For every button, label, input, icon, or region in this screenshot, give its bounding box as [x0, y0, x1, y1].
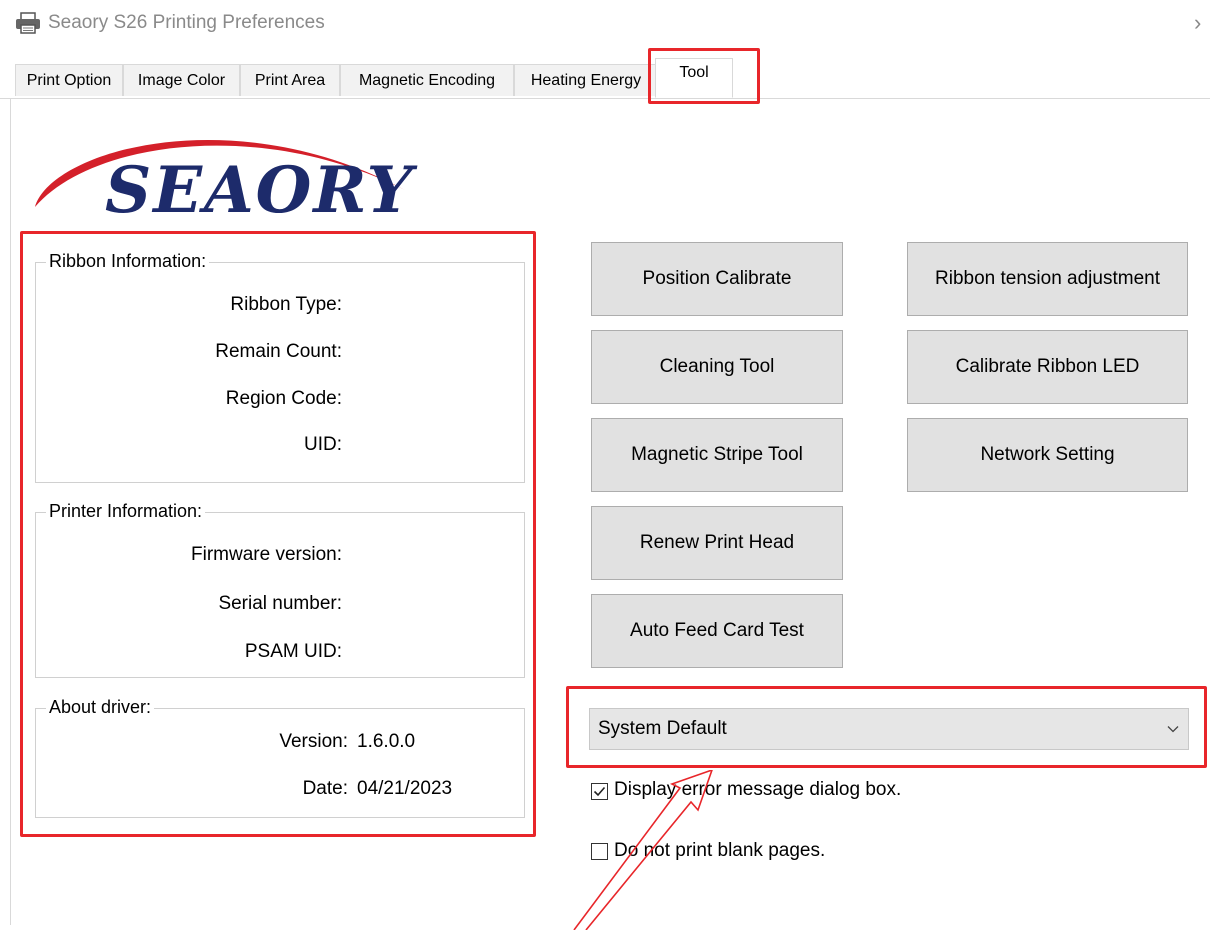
annotation-arrow — [573, 770, 713, 930]
tab-label: Heating Energy — [530, 72, 642, 89]
button-label: Calibrate Ribbon LED — [955, 356, 1140, 377]
annotation-box-info-panel — [20, 231, 536, 837]
button-label: Auto Feed Card Test — [630, 620, 804, 641]
magnetic-stripe-tool-button[interactable]: Magnetic Stripe Tool — [591, 418, 843, 492]
annotation-box-tool-tab — [648, 48, 760, 104]
calibrate-ribbon-led-button[interactable]: Calibrate Ribbon LED — [907, 330, 1188, 404]
auto-feed-card-test-button[interactable]: Auto Feed Card Test — [591, 594, 843, 668]
tab-print-option[interactable]: Print Option — [15, 64, 123, 96]
tab-image-color[interactable]: Image Color — [123, 64, 240, 96]
window-title: Seaory S26 Printing Preferences — [48, 12, 325, 33]
annotation-box-select — [566, 686, 1207, 768]
position-calibrate-button[interactable]: Position Calibrate — [591, 242, 843, 316]
button-label: Magnetic Stripe Tool — [631, 444, 803, 465]
seaory-logo: SEAORY — [35, 139, 418, 222]
tab-heating-energy[interactable]: Heating Energy — [514, 64, 658, 96]
tab-label: Magnetic Encoding — [358, 72, 496, 89]
button-label: Position Calibrate — [642, 268, 792, 289]
renew-print-head-button[interactable]: Renew Print Head — [591, 506, 843, 580]
logo-text: SEAORY — [105, 153, 418, 222]
button-label: Cleaning Tool — [659, 356, 775, 377]
tab-label: Print Option — [26, 72, 112, 89]
title-bar: Seaory S26 Printing Preferences › — [0, 0, 1210, 48]
chevron-right-icon[interactable]: › — [1194, 10, 1201, 36]
tab-print-area[interactable]: Print Area — [240, 64, 340, 96]
network-setting-button[interactable]: Network Setting — [907, 418, 1188, 492]
tab-magnetic-encoding[interactable]: Magnetic Encoding — [340, 64, 514, 96]
ribbon-tension-adjustment-button[interactable]: Ribbon tension adjustment — [907, 242, 1188, 316]
button-label: Ribbon tension adjustment — [935, 268, 1160, 289]
tab-label: Image Color — [137, 72, 226, 89]
printer-icon — [16, 12, 40, 34]
button-label: Renew Print Head — [639, 532, 795, 553]
tab-label: Print Area — [254, 72, 326, 89]
cleaning-tool-button[interactable]: Cleaning Tool — [591, 330, 843, 404]
button-label: Network Setting — [980, 444, 1115, 465]
